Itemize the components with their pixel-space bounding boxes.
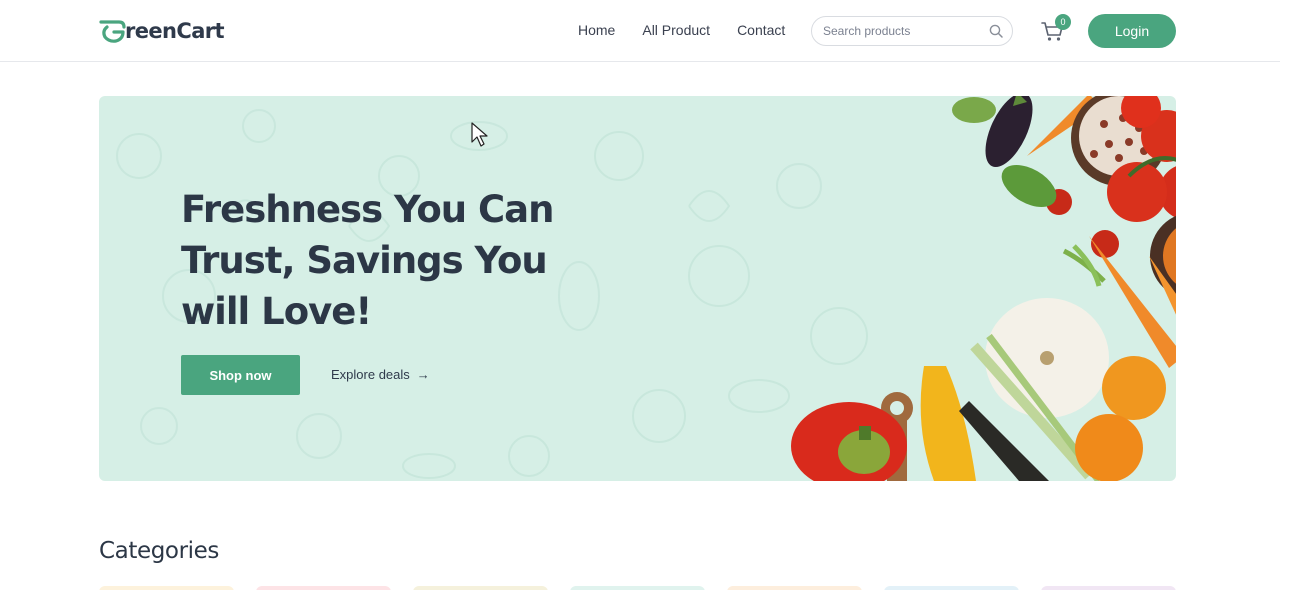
hero-heading-line-1: Freshness You Can [181, 188, 554, 231]
hero-heading-line-3: will Love! [181, 290, 372, 333]
nav-contact[interactable]: Contact [737, 22, 785, 38]
cart-count-badge: 0 [1055, 14, 1071, 30]
search-icon[interactable] [988, 23, 1004, 39]
category-card[interactable] [1041, 586, 1176, 590]
category-cards-row [99, 586, 1176, 590]
nav-all-product[interactable]: All Product [642, 22, 710, 38]
logo-mark-icon [99, 20, 126, 43]
category-card[interactable] [256, 586, 391, 590]
shop-now-button[interactable]: Shop now [181, 355, 300, 395]
hero-heading-line-2: Trust, Savings You [181, 239, 548, 282]
categories-heading: Categories [99, 538, 219, 564]
nav-home[interactable]: Home [578, 22, 615, 38]
category-card[interactable] [884, 586, 1019, 590]
top-navbar: reenCart Home All Product Contact 0 Logi… [0, 0, 1280, 62]
greencart-logo[interactable]: reenCart [99, 16, 225, 46]
category-card[interactable] [570, 586, 705, 590]
search-input[interactable] [823, 24, 988, 38]
search-box [811, 16, 1013, 46]
category-card[interactable] [99, 586, 234, 590]
category-card[interactable] [727, 586, 862, 590]
mouse-cursor-icon [471, 122, 488, 147]
category-card[interactable] [413, 586, 548, 590]
vegetables-image [791, 96, 1176, 481]
main-nav: Home All Product Contact [578, 22, 785, 38]
explore-deals-label: Explore deals [331, 367, 410, 382]
hero-banner: Freshness You Can Trust, Savings You wil… [99, 96, 1176, 481]
hero-heading: Freshness You Can Trust, Savings You wil… [181, 184, 601, 337]
arrow-right-icon: → [416, 367, 430, 382]
explore-deals-link[interactable]: Explore deals → [331, 367, 430, 382]
logo-text: reenCart [125, 19, 225, 43]
login-button[interactable]: Login [1088, 14, 1176, 48]
